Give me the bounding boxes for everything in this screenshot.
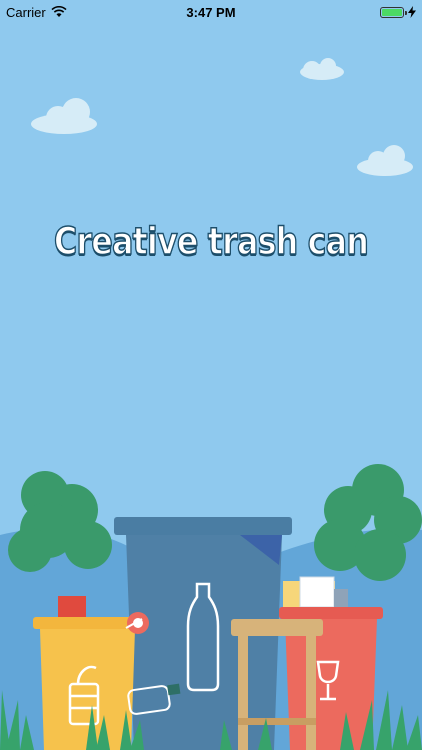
charging-icon [408,6,416,18]
wifi-icon [51,6,67,17]
cloud-icon [31,98,97,134]
splash-title: Creative trash can [53,219,369,264]
status-bar: Carrier 3:47 PM [0,0,422,24]
battery-level [382,8,402,16]
cloud-icon [300,58,344,80]
cloud-icon [357,145,413,176]
background-scene [0,58,422,750]
carrier-label: Carrier [6,4,46,20]
battery-icon [380,6,407,18]
